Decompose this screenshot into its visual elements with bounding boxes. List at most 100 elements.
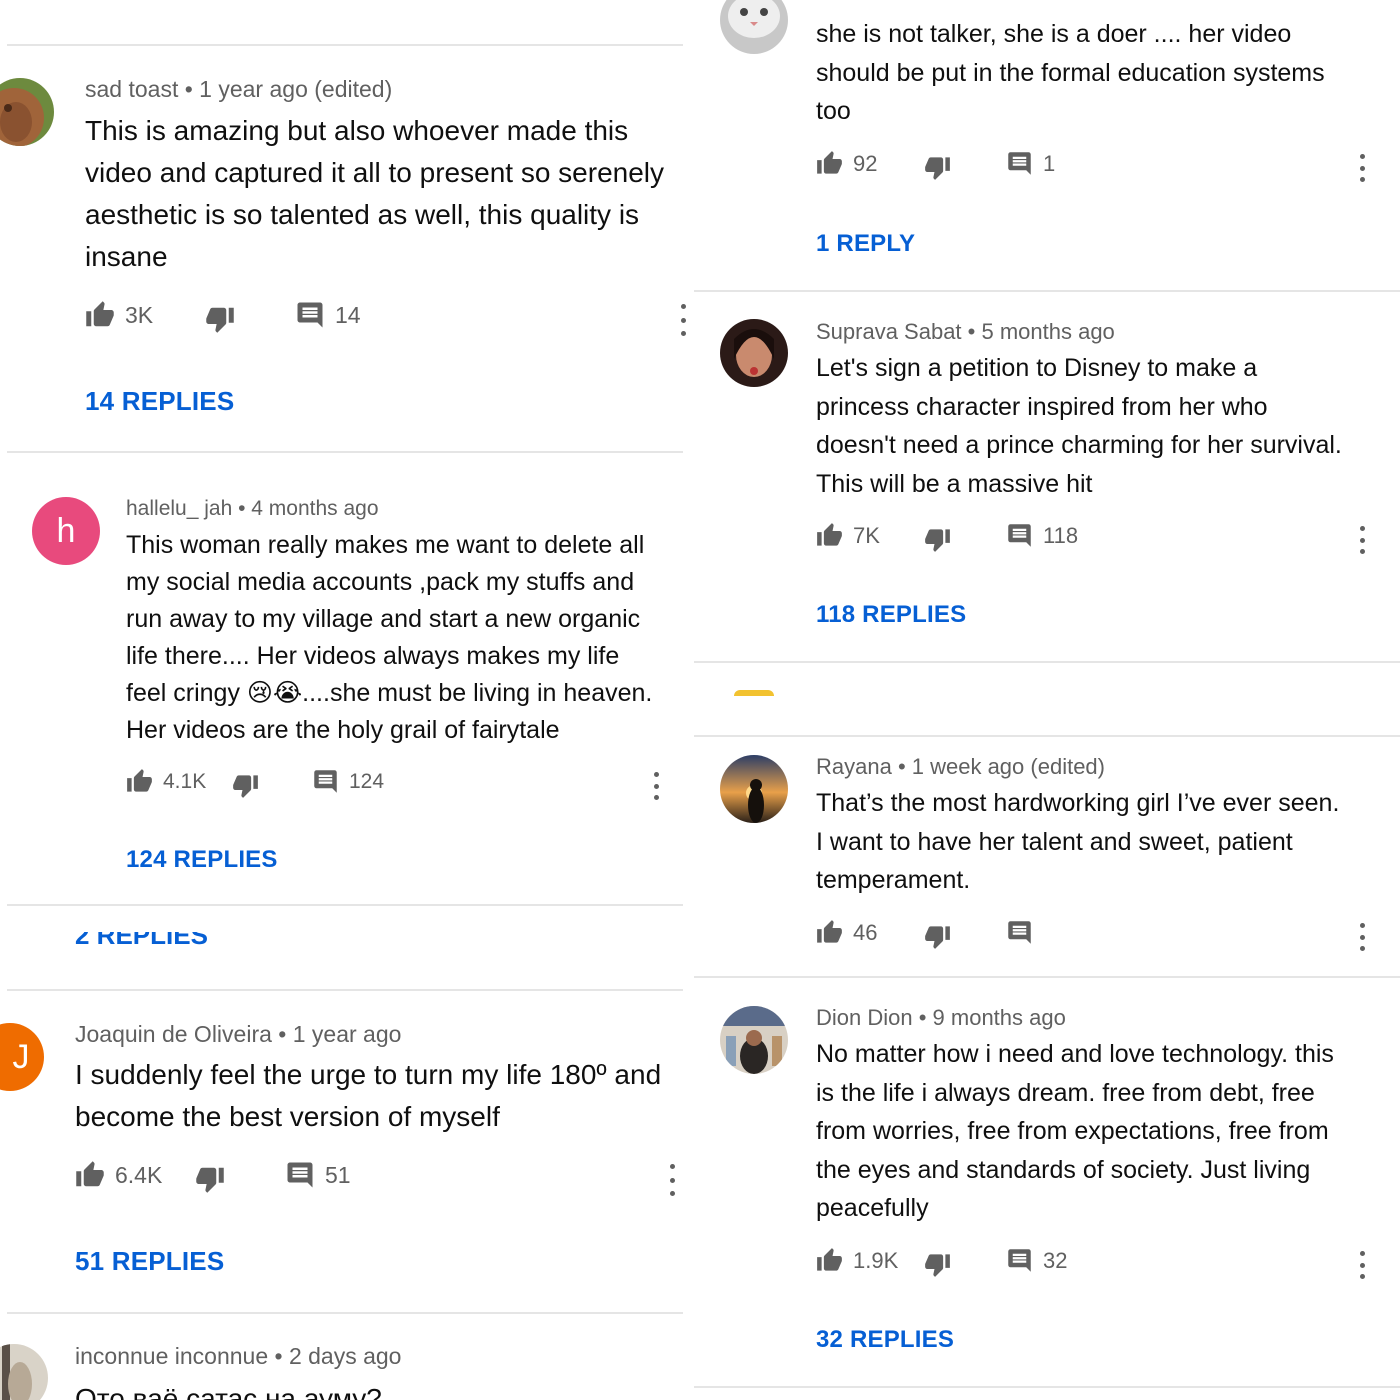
dislike-button[interactable] bbox=[924, 526, 951, 553]
avatar[interactable] bbox=[720, 0, 788, 54]
more-vert-icon[interactable] bbox=[1358, 1251, 1366, 1279]
comment-actions: 46 bbox=[816, 919, 1376, 955]
avatar[interactable]: J bbox=[0, 1023, 44, 1091]
comment-line: Her videos are the holy grail of fairyta… bbox=[126, 716, 560, 744]
like-count: 4.1K bbox=[163, 769, 207, 793]
comment-line: Ото ваё сатас на ауму? bbox=[75, 1383, 382, 1400]
comment-icon bbox=[1008, 524, 1031, 547]
like-count: 92 bbox=[853, 150, 878, 176]
divider bbox=[694, 735, 1400, 737]
comment-line: life there.... Her videos always makes m… bbox=[126, 642, 620, 670]
comment-line: temperament. bbox=[816, 866, 971, 894]
comment-icon bbox=[314, 770, 337, 793]
comment-text: she is not talker, she is a doer .... he… bbox=[816, 15, 1325, 131]
comment-line: feel cringy 😢😭....she must be living in … bbox=[126, 679, 653, 707]
comment-actions: 3K 14 bbox=[85, 300, 687, 336]
thumb-up-icon bbox=[86, 301, 114, 327]
reply-count: 51 bbox=[325, 1161, 351, 1188]
thumb-up-icon bbox=[817, 151, 842, 174]
more-vert-icon[interactable] bbox=[1358, 526, 1366, 554]
comment-line: This woman really makes me want to delet… bbox=[126, 531, 645, 559]
reply-count: 32 bbox=[1043, 1247, 1068, 1273]
thumb-down-icon bbox=[925, 157, 950, 180]
comment-line: run away to my village and start a new o… bbox=[126, 605, 641, 633]
dislike-button[interactable] bbox=[195, 1164, 225, 1194]
like-count: 6.4K bbox=[115, 1161, 163, 1188]
thumb-up-icon bbox=[817, 1248, 842, 1271]
comment-line: I want to have her talent and sweet, pat… bbox=[816, 827, 1293, 856]
like-button[interactable]: 1.9K bbox=[816, 1247, 898, 1274]
thumb-up-icon bbox=[127, 769, 152, 792]
comment-actions: 1.9K 32 bbox=[816, 1247, 1376, 1283]
avatar[interactable]: h bbox=[32, 497, 100, 565]
comment-line: insane bbox=[85, 241, 168, 272]
like-button[interactable]: 3K bbox=[85, 300, 153, 330]
more-vert-icon[interactable] bbox=[652, 772, 660, 800]
like-button[interactable]: 4.1K bbox=[126, 768, 206, 795]
view-replies-link[interactable]: 14 REPLIES bbox=[85, 386, 234, 417]
dislike-button[interactable] bbox=[232, 772, 259, 799]
divider bbox=[7, 989, 683, 991]
more-vert-icon[interactable] bbox=[1358, 923, 1366, 951]
comment-meta: inconnue inconnue • 2 days ago bbox=[75, 1343, 402, 1369]
comment-text: No matter how i need and love technology… bbox=[816, 1035, 1334, 1228]
avatar[interactable] bbox=[720, 1006, 788, 1074]
comment-text: Let's sign a petition to Disney to make … bbox=[816, 349, 1342, 503]
view-replies-link[interactable]: 124 REPLIES bbox=[126, 846, 278, 874]
avatar-letter: J bbox=[12, 1037, 30, 1076]
comment-actions: 4.1K 124 bbox=[126, 768, 686, 804]
reply-count: 124 bbox=[349, 769, 385, 793]
comment-meta: hallelu_ jah • 4 months ago bbox=[126, 497, 379, 520]
comment-text: This woman really makes me want to delet… bbox=[126, 527, 652, 749]
like-button[interactable]: 7K bbox=[816, 522, 880, 549]
avatar[interactable] bbox=[0, 1344, 48, 1400]
view-replies-link[interactable]: 32 REPLIES bbox=[816, 1326, 954, 1354]
divider bbox=[7, 1312, 683, 1314]
dislike-button[interactable] bbox=[205, 304, 235, 334]
divider bbox=[694, 1386, 1400, 1388]
comment-line: Let's sign a petition to Disney to make … bbox=[816, 354, 1258, 382]
like-button[interactable]: 92 bbox=[816, 150, 877, 177]
dislike-button[interactable] bbox=[924, 923, 951, 950]
avatar[interactable] bbox=[0, 78, 54, 146]
comment-line: This will be a massive hit bbox=[816, 469, 1093, 498]
reply-button[interactable]: 51 bbox=[285, 1160, 351, 1190]
comment-line: too bbox=[816, 97, 851, 125]
divider bbox=[7, 904, 683, 906]
like-button[interactable]: 46 bbox=[816, 919, 877, 946]
thumb-down-icon bbox=[925, 1254, 950, 1277]
reply-button[interactable]: 1 bbox=[1006, 150, 1055, 177]
comment-meta: Suprava Sabat • 5 months ago bbox=[816, 319, 1115, 344]
reply-button[interactable]: 14 bbox=[295, 300, 361, 330]
dislike-button[interactable] bbox=[924, 154, 951, 181]
comment-meta: sad toast • 1 year ago (edited) bbox=[85, 76, 393, 102]
reply-button[interactable]: 32 bbox=[1006, 1247, 1067, 1274]
comment-line: This is amazing but also whoever made th… bbox=[85, 115, 629, 146]
divider bbox=[7, 451, 683, 453]
like-count: 46 bbox=[853, 919, 878, 945]
more-vert-icon[interactable] bbox=[679, 304, 687, 336]
comment-icon bbox=[1008, 1249, 1031, 1272]
thumb-up-icon bbox=[76, 1161, 104, 1187]
view-replies-link[interactable]: 2 REPLIES bbox=[75, 932, 208, 952]
reply-button[interactable] bbox=[1006, 919, 1043, 946]
view-replies-link[interactable]: 51 REPLIES bbox=[75, 1246, 224, 1277]
replies-label: 2 REPLIES bbox=[75, 932, 208, 950]
view-replies-link[interactable]: 1 REPLY bbox=[816, 230, 915, 258]
more-vert-icon[interactable] bbox=[668, 1164, 676, 1196]
comment-line: become the best version of myself bbox=[75, 1101, 500, 1132]
avatar[interactable] bbox=[720, 319, 788, 387]
view-replies-link[interactable]: 118 REPLIES bbox=[816, 601, 966, 629]
reply-button[interactable]: 118 bbox=[1006, 522, 1078, 549]
dislike-button[interactable] bbox=[924, 1251, 951, 1278]
comment-line: No matter how i need and love technology… bbox=[816, 1040, 1334, 1068]
avatar[interactable] bbox=[720, 755, 788, 823]
comment-line: princess character inspired from her who bbox=[816, 392, 1268, 421]
comment-icon bbox=[297, 302, 323, 328]
comment-text: I suddenly feel the urge to turn my life… bbox=[75, 1054, 661, 1138]
comment-line: video and captured it all to present so … bbox=[85, 157, 665, 188]
reply-button[interactable]: 124 bbox=[312, 768, 384, 795]
more-vert-icon[interactable] bbox=[1358, 154, 1366, 182]
like-button[interactable]: 6.4K bbox=[75, 1160, 162, 1190]
comment-actions: 6.4K 51 bbox=[75, 1160, 685, 1196]
